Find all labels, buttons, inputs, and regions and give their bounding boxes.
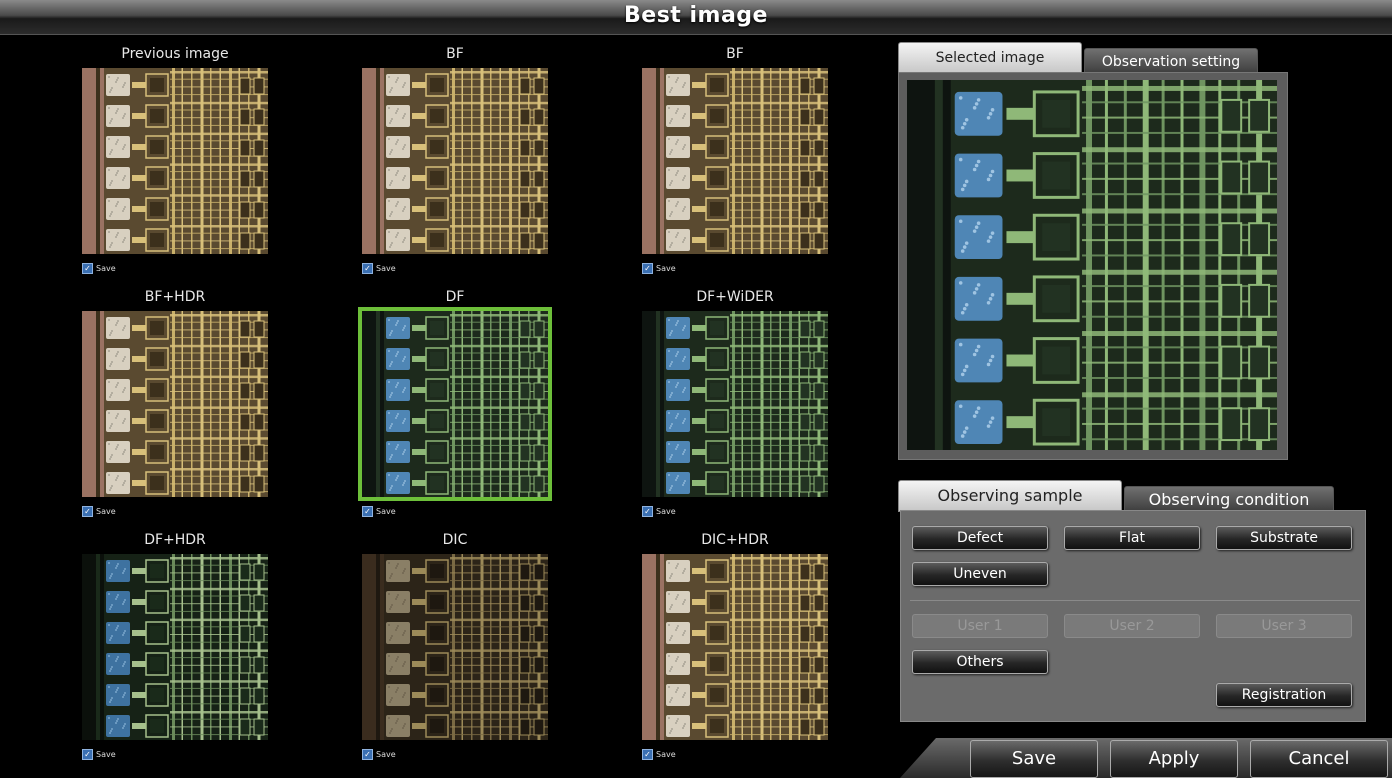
- flat-button[interactable]: Flat: [1064, 526, 1200, 550]
- apply-button[interactable]: Apply: [1110, 740, 1238, 778]
- thumbnail-caption: DF+WiDER: [696, 289, 774, 305]
- save-checkbox[interactable]: ✓ Save: [82, 263, 116, 274]
- tab-selected-image[interactable]: Selected image: [898, 42, 1082, 74]
- checkbox-check-icon[interactable]: ✓: [82, 749, 93, 760]
- save-checkbox-label: Save: [96, 507, 116, 516]
- save-checkbox[interactable]: ✓ Save: [642, 749, 676, 760]
- checkbox-check-icon[interactable]: ✓: [362, 506, 373, 517]
- thumbnail-caption: DF+HDR: [144, 532, 206, 548]
- save-checkbox-label: Save: [376, 507, 396, 516]
- registration-button[interactable]: Registration: [1216, 683, 1352, 707]
- thumbnail-caption: DIC+HDR: [701, 532, 769, 548]
- thumbnail-image[interactable]: [642, 68, 828, 254]
- save-checkbox[interactable]: ✓ Save: [362, 263, 396, 274]
- others-button[interactable]: Others: [912, 650, 1048, 674]
- selected-image-view: [906, 80, 1278, 450]
- save-checkbox[interactable]: ✓ Save: [642, 506, 676, 517]
- title-bar: Best image: [0, 0, 1392, 35]
- save-checkbox[interactable]: ✓ Save: [362, 749, 396, 760]
- save-checkbox-label: Save: [96, 264, 116, 273]
- thumbnail-image[interactable]: [362, 554, 548, 740]
- window-title: Best image: [624, 3, 768, 28]
- thumbnail-caption: BF+HDR: [144, 289, 206, 305]
- user-3-button[interactable]: User 3: [1216, 614, 1352, 638]
- cancel-button[interactable]: Cancel: [1250, 740, 1388, 778]
- checkbox-check-icon[interactable]: ✓: [362, 749, 373, 760]
- thumbnail-caption: DIC: [442, 532, 468, 548]
- save-button[interactable]: Save: [970, 740, 1098, 778]
- checkbox-check-icon[interactable]: ✓: [642, 506, 653, 517]
- save-checkbox-label: Save: [96, 750, 116, 759]
- save-checkbox[interactable]: ✓ Save: [82, 506, 116, 517]
- save-checkbox-label: Save: [656, 750, 676, 759]
- save-checkbox[interactable]: ✓ Save: [642, 263, 676, 274]
- defect-button[interactable]: Defect: [912, 526, 1048, 550]
- tab-observing-sample[interactable]: Observing sample: [898, 480, 1122, 512]
- save-checkbox-label: Save: [376, 750, 396, 759]
- thumbnail-caption: Previous image: [121, 46, 229, 62]
- thumbnail-image[interactable]: [362, 68, 548, 254]
- tab-observing-condition[interactable]: Observing condition: [1124, 486, 1334, 512]
- user-2-button[interactable]: User 2: [1064, 614, 1200, 638]
- thumbnail-caption: BF: [726, 46, 744, 62]
- save-checkbox[interactable]: ✓ Save: [362, 506, 396, 517]
- checkbox-check-icon[interactable]: ✓: [642, 263, 653, 274]
- checkbox-check-icon[interactable]: ✓: [362, 263, 373, 274]
- thumbnail-image[interactable]: [642, 554, 828, 740]
- save-checkbox[interactable]: ✓ Save: [82, 749, 116, 760]
- checkbox-check-icon[interactable]: ✓: [82, 263, 93, 274]
- tab-observation-setting[interactable]: Observation setting: [1084, 48, 1258, 74]
- save-checkbox-label: Save: [656, 507, 676, 516]
- thumbnail-image[interactable]: [82, 311, 268, 497]
- save-checkbox-label: Save: [656, 264, 676, 273]
- thumbnail-caption: DF: [445, 289, 465, 305]
- thumbnail-image-selected[interactable]: [358, 307, 552, 501]
- uneven-button[interactable]: Uneven: [912, 562, 1048, 586]
- thumbnail-image[interactable]: [82, 554, 268, 740]
- user-1-button[interactable]: User 1: [912, 614, 1048, 638]
- thumbnail-image[interactable]: [642, 311, 828, 497]
- checkbox-check-icon[interactable]: ✓: [82, 506, 93, 517]
- checkbox-check-icon[interactable]: ✓: [642, 749, 653, 760]
- panel-divider: [910, 600, 1360, 601]
- thumbnail-caption: BF: [446, 46, 464, 62]
- substrate-button[interactable]: Substrate: [1216, 526, 1352, 550]
- save-checkbox-label: Save: [376, 264, 396, 273]
- thumbnail-image[interactable]: [82, 68, 268, 254]
